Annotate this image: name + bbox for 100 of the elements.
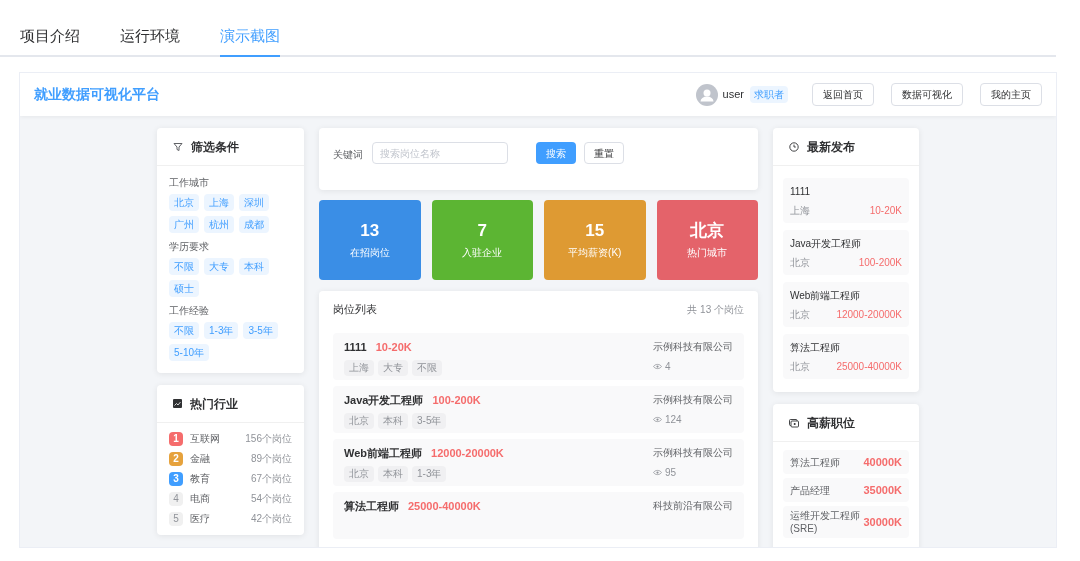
- job-title: 1111: [790, 185, 812, 199]
- job-title: 算法工程师: [790, 455, 841, 469]
- job-count: 54个岗位: [250, 492, 292, 506]
- job-salary: 25000-40000K: [836, 360, 902, 374]
- eye-icon: [653, 469, 662, 476]
- stat-value: 7: [477, 219, 487, 242]
- eye-icon: [653, 416, 662, 423]
- job-item[interactable]: 算法工程师 25000-40000K 科技前沿有限公司: [333, 492, 744, 539]
- job-total: 共 13 个岗位: [687, 302, 744, 317]
- job-salary: 100-200K: [432, 393, 481, 408]
- nav-button[interactable]: 我的主页: [980, 83, 1042, 106]
- card-title: 热门行业: [190, 395, 238, 413]
- job-city: 北京: [790, 360, 810, 374]
- latest-job-item[interactable]: Java开发工程师 北京 100-200K: [783, 230, 909, 275]
- company-name: 示例科技有限公司: [653, 393, 733, 407]
- industry-name: 电商: [190, 492, 210, 506]
- job-title: 算法工程师: [790, 341, 841, 355]
- filter-icon: [173, 141, 183, 152]
- user-name: user: [722, 87, 744, 103]
- latest-job-item[interactable]: 算法工程师 北京 25000-40000K: [783, 334, 909, 379]
- salary-item[interactable]: 产品经理 35000K: [783, 478, 909, 502]
- industry-name: 医疗: [190, 512, 210, 526]
- stat-value: 15: [585, 219, 605, 242]
- job-salary: 12000-20000K: [431, 446, 504, 461]
- job-count: 67个岗位: [250, 472, 292, 486]
- stat-label: 在招岗位: [349, 246, 390, 261]
- stat-label: 入驻企业: [462, 246, 503, 261]
- rank-badge: 1: [169, 431, 183, 446]
- job-salary: 100-200K: [858, 256, 902, 270]
- chart-icon: [173, 399, 182, 408]
- job-salary: 25000-40000K: [408, 499, 481, 514]
- job-item[interactable]: Java开发工程师 100-200K 北京 本科 3-5年 示例科技有限公司 124: [333, 386, 744, 433]
- avatar-icon: [695, 83, 718, 106]
- industry-name: 教育: [190, 472, 210, 486]
- view-count: 124: [665, 413, 682, 427]
- filter-label: 工作经验: [169, 304, 210, 318]
- job-tag: 北京: [344, 465, 374, 482]
- filter-label: 工作城市: [169, 176, 210, 190]
- latest-job-item[interactable]: Web前端工程师 北京 12000-20000K: [783, 282, 909, 327]
- job-tag: 本科: [378, 412, 408, 429]
- money-icon: [789, 417, 799, 428]
- card-title: 最新发布: [807, 138, 855, 156]
- job-item[interactable]: 1111 10-20K 上海 大专 不限 示例科技有限公司 4: [333, 333, 744, 380]
- job-tag: 大专: [378, 359, 408, 376]
- stat-label: 平均薪资(K): [568, 246, 622, 261]
- company-name: 示例科技有限公司: [653, 446, 733, 460]
- job-tag: 本科: [378, 465, 408, 482]
- job-salary: 30000K: [863, 514, 902, 530]
- field-label: 关键词: [333, 148, 363, 162]
- job-salary: 40000K: [863, 454, 902, 470]
- rank-badge: 4: [169, 491, 183, 506]
- rank-badge: 3: [169, 471, 183, 486]
- rank-badge: 5: [169, 511, 183, 526]
- job-salary: 12000-20000K: [836, 308, 902, 322]
- nav-button[interactable]: 数据可视化: [891, 83, 963, 106]
- industry-name: 互联网: [190, 432, 220, 446]
- job-count: 42个岗位: [250, 512, 292, 526]
- company-name: 科技前沿有限公司: [653, 499, 733, 513]
- tab[interactable]: 项目介绍: [20, 24, 80, 57]
- eye-icon: [653, 363, 662, 370]
- job-title: 产品经理: [790, 483, 831, 497]
- job-tag: 上海: [344, 359, 374, 376]
- job-count: 156个岗位: [245, 432, 292, 446]
- tab[interactable]: 运行环境: [120, 24, 180, 57]
- view-count: 95: [665, 466, 677, 480]
- latest-job-item[interactable]: 1111 上海 10-20K: [783, 178, 909, 223]
- salary-item[interactable]: 算法工程师 40000K: [783, 450, 909, 474]
- job-tag: 3-5年: [412, 412, 447, 429]
- job-count: 89个岗位: [250, 452, 292, 466]
- role-badge: 求职者: [750, 86, 788, 103]
- stat-label: 热门城市: [687, 246, 728, 261]
- job-tag: 不限: [412, 359, 442, 376]
- stat-value: 13: [360, 219, 380, 242]
- stat-value: 北京: [690, 219, 725, 242]
- company-name: 示例科技有限公司: [653, 340, 733, 354]
- card-title: 高薪职位: [807, 414, 855, 432]
- job-city: 上海: [790, 204, 810, 218]
- filter-label: 学历要求: [169, 240, 210, 254]
- app-title: 就业数据可视化平台: [34, 85, 160, 104]
- job-title: 算法工程师: [344, 499, 399, 514]
- card-title: 筛选条件: [191, 138, 239, 156]
- card-title: 岗位列表: [333, 301, 377, 317]
- job-item[interactable]: Web前端工程师 12000-20000K 北京 本科 1-3年 示例科技有限公司 95: [333, 439, 744, 486]
- job-city: 北京: [790, 308, 810, 322]
- job-salary: 10-20K: [375, 340, 412, 355]
- view-count: 4: [665, 360, 671, 374]
- job-tag: 1-3年: [412, 465, 447, 482]
- job-salary: 35000K: [863, 482, 902, 498]
- job-title: 1111: [344, 340, 367, 355]
- job-title: Java开发工程师: [790, 237, 863, 251]
- rank-badge: 2: [169, 451, 183, 466]
- industry-name: 金融: [190, 452, 210, 466]
- reset-button[interactable]: 重置: [584, 142, 624, 164]
- clock-icon: [789, 141, 799, 152]
- job-city: 北京: [790, 256, 810, 270]
- job-title: Web前端工程师: [790, 289, 862, 303]
- job-tag: 北京: [344, 412, 374, 429]
- nav-button[interactable]: 返回首页: [812, 83, 874, 106]
- job-title: 运维开发工程师(SRE): [790, 509, 861, 535]
- job-salary: 10-20K: [869, 204, 902, 218]
